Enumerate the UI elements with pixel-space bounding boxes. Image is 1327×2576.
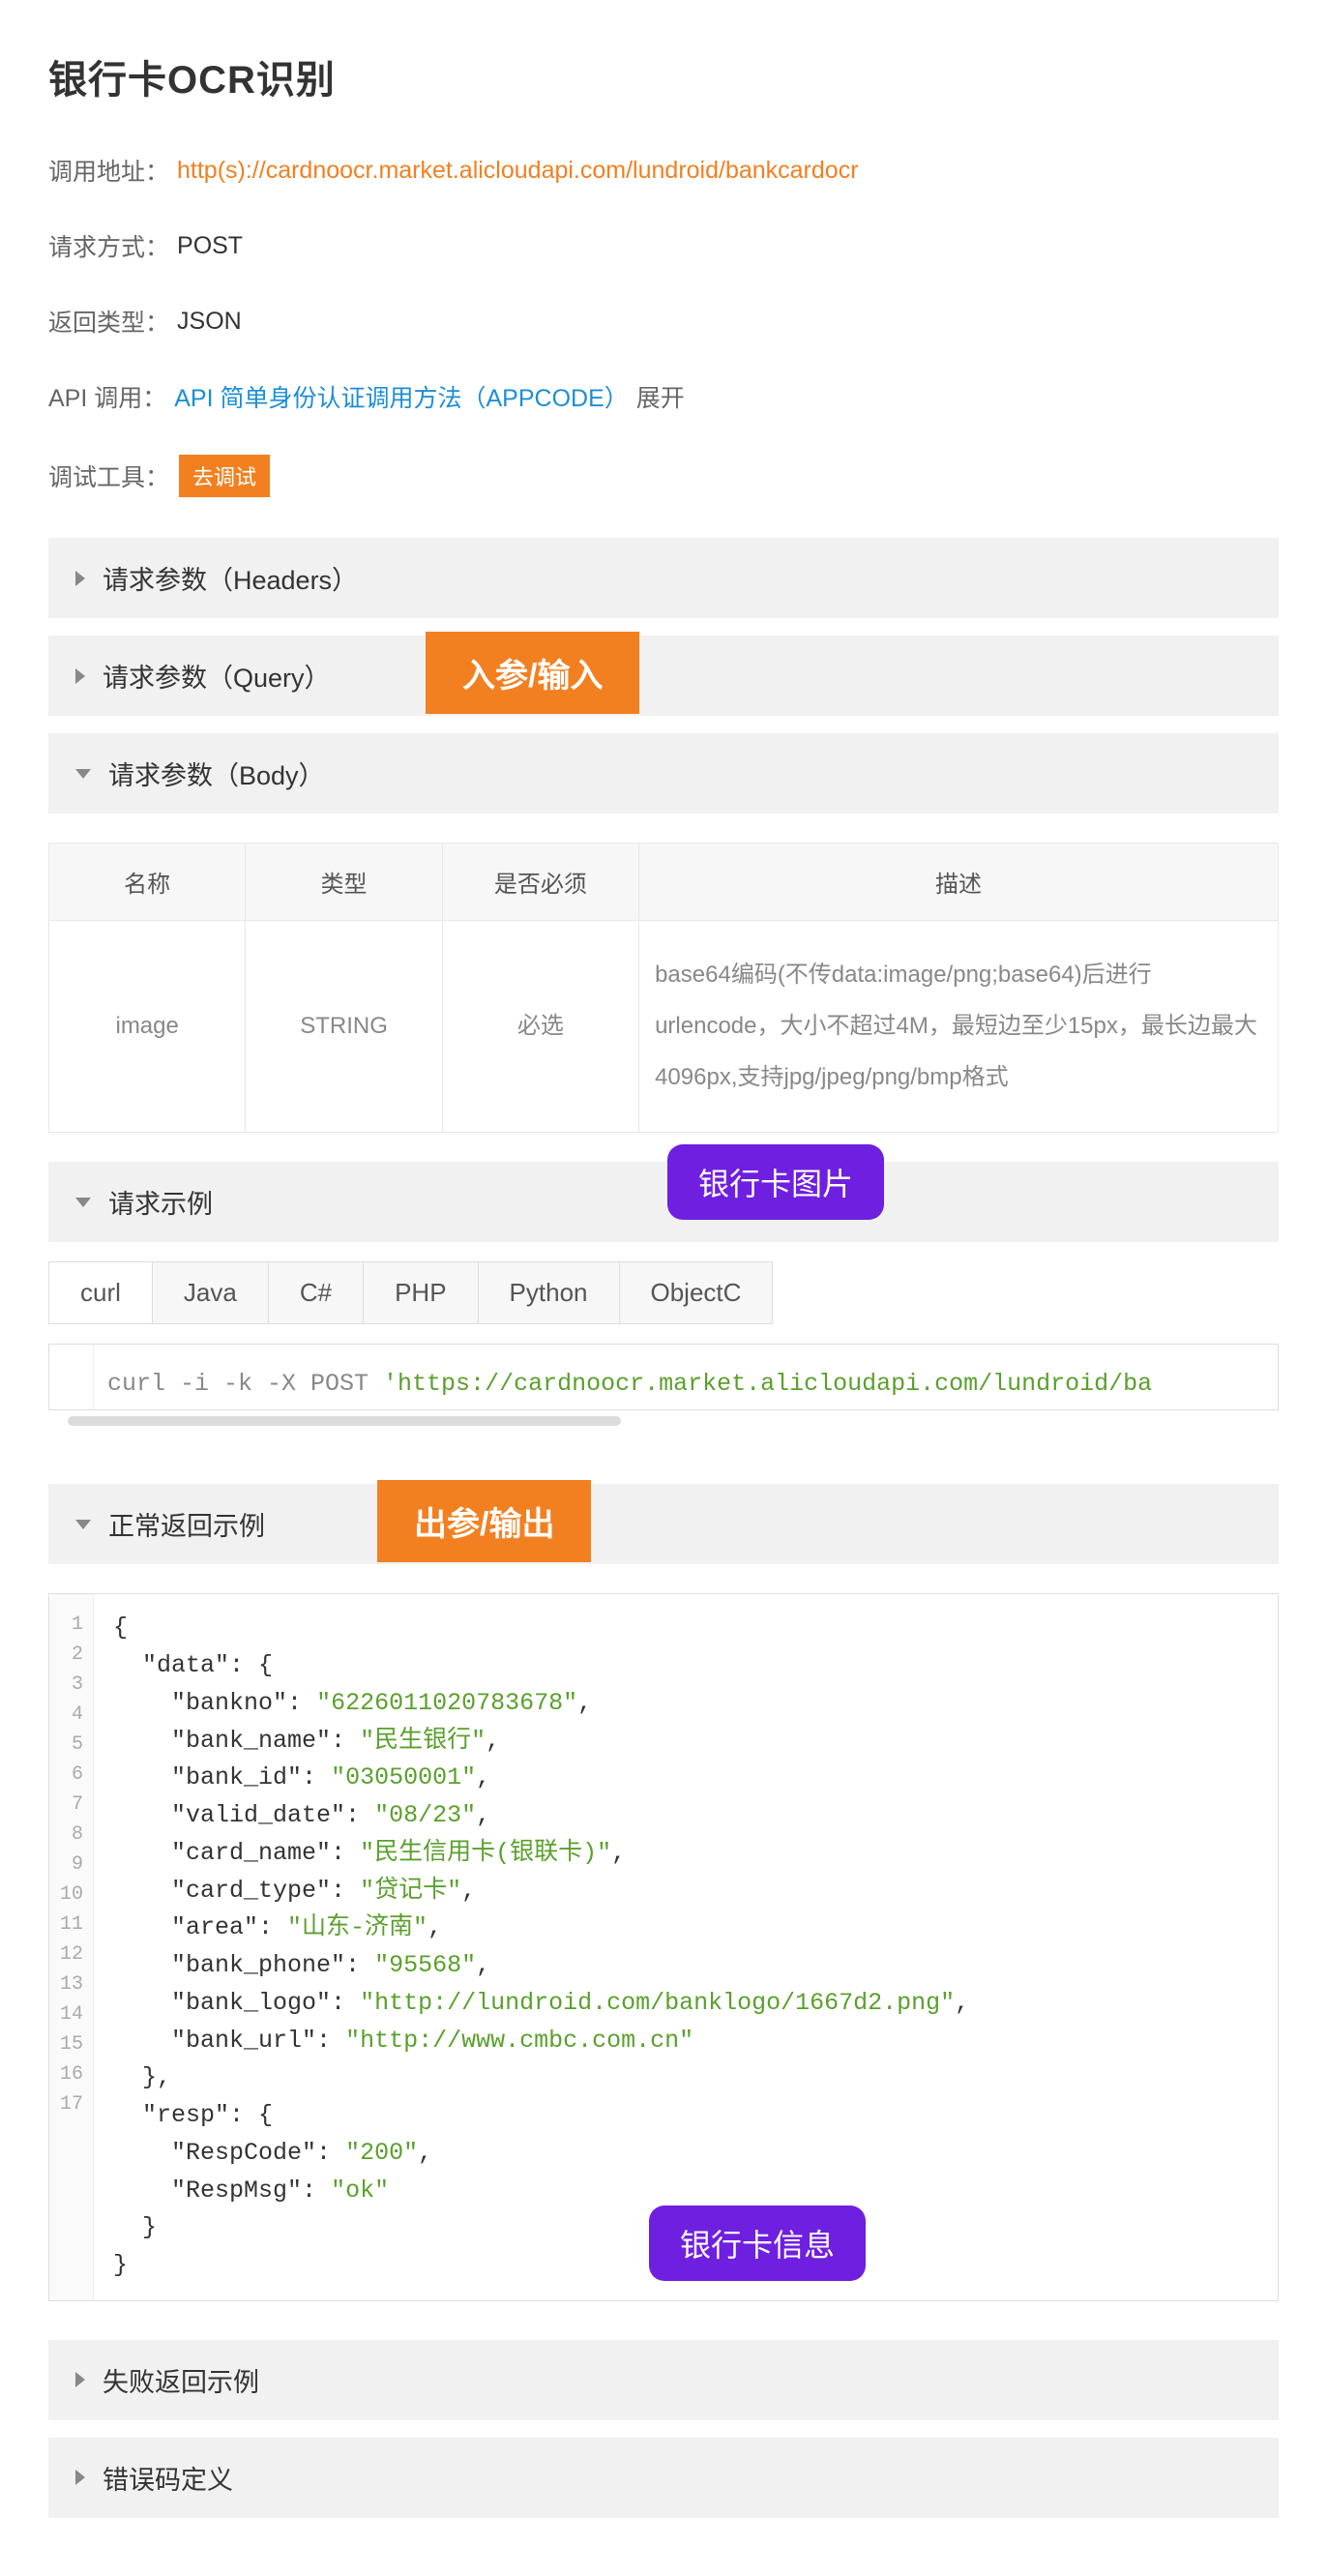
chevron-down-icon <box>75 1198 91 1207</box>
debug-button[interactable]: 去调试 <box>179 455 270 497</box>
accordion-reqex-label: 请求示例 <box>108 1183 213 1221</box>
params-table: 名称 类型 是否必须 描述 image STRING 必选 base64编码(不… <box>48 843 1279 1133</box>
accordion-fail-label: 失败返回示例 <box>103 2361 259 2399</box>
meta-api-label: API 调用： <box>48 379 166 414</box>
th-type: 类型 <box>246 844 442 921</box>
page-title: 银行卡OCR识别 <box>48 48 1279 104</box>
json-response-box: 1234567891011121314151617 { "data": { "b… <box>48 1593 1279 2301</box>
chevron-right-icon <box>75 668 85 684</box>
badge-input: 入参/输入 <box>426 632 639 714</box>
code-gutter <box>49 1345 94 1409</box>
accordion-error-label: 错误码定义 <box>103 2459 233 2497</box>
table-row: image STRING 必选 base64编码(不传data:image/pn… <box>49 921 1279 1133</box>
td-desc: base64编码(不传data:image/png;base64)后进行urle… <box>639 921 1279 1133</box>
th-required: 是否必须 <box>442 844 638 921</box>
accordion-body-label: 请求参数（Body） <box>108 755 325 792</box>
horizontal-scrollbar[interactable] <box>68 1416 621 1426</box>
meta-return-val: JSON <box>177 308 242 336</box>
lang-tabs: curl Java C# PHP Python ObjectC <box>48 1261 1279 1324</box>
badge-bank-info: 银行卡信息 <box>649 2206 866 2281</box>
meta-method-val: POST <box>177 232 243 260</box>
accordion-query[interactable]: 请求参数（Query） <box>48 636 1279 716</box>
accordion-headers[interactable]: 请求参数（Headers） <box>48 538 1279 618</box>
curl-prefix: curl -i -k -X POST <box>107 1370 383 1398</box>
tab-csharp[interactable]: C# <box>268 1261 364 1324</box>
tab-python[interactable]: Python <box>478 1261 620 1324</box>
chevron-down-icon <box>75 769 91 779</box>
td-required: 必选 <box>442 921 638 1133</box>
accordion-query-label: 请求参数（Query） <box>103 657 331 695</box>
meta-debug: 调试工具： 去调试 <box>48 455 1279 497</box>
accordion-headers-label: 请求参数（Headers） <box>103 559 358 597</box>
curl-url: 'https://cardnoocr.market.alicloudapi.co… <box>383 1370 1152 1398</box>
accordion-normal-response[interactable]: 正常返回示例 <box>48 1484 1279 1564</box>
td-name: image <box>49 921 246 1133</box>
chevron-right-icon <box>75 2372 85 2387</box>
badge-output: 出参/输出 <box>377 1480 591 1562</box>
meta-url-link[interactable]: http(s)://cardnoocr.market.alicloudapi.c… <box>177 157 859 185</box>
th-name: 名称 <box>49 844 246 921</box>
meta-api-call: API 调用： API 简单身份认证调用方法（APPCODE） 展开 <box>48 379 1279 414</box>
accordion-body[interactable]: 请求参数（Body） <box>48 733 1279 814</box>
meta-debug-label: 调试工具： <box>48 459 169 493</box>
meta-api-expand[interactable]: 展开 <box>636 379 685 414</box>
chevron-down-icon <box>75 1520 91 1529</box>
accordion-normal-label: 正常返回示例 <box>108 1505 265 1543</box>
meta-return-label: 返回类型： <box>48 304 169 339</box>
badge-bank-image: 银行卡图片 <box>667 1144 884 1220</box>
json-response-code: { "data": { "bankno": "6226011020783678"… <box>94 1594 1278 2300</box>
tab-objectc[interactable]: ObjectC <box>619 1261 774 1324</box>
curl-code: curl -i -k -X POST 'https://cardnoocr.ma… <box>48 1344 1279 1410</box>
meta-method-label: 请求方式： <box>48 228 169 263</box>
meta-api-link[interactable]: API 简单身份认证调用方法（APPCODE） <box>174 379 629 414</box>
accordion-fail-response[interactable]: 失败返回示例 <box>48 2340 1279 2420</box>
accordion-request-example[interactable]: 请求示例 <box>48 1162 1279 1242</box>
meta-return: 返回类型： JSON <box>48 304 1279 339</box>
tab-php[interactable]: PHP <box>363 1261 478 1324</box>
meta-method: 请求方式： POST <box>48 228 1279 263</box>
meta-url-label: 调用地址： <box>48 153 169 188</box>
meta-url: 调用地址： http(s)://cardnoocr.market.aliclou… <box>48 153 1279 188</box>
table-header-row: 名称 类型 是否必须 描述 <box>49 844 1279 921</box>
th-desc: 描述 <box>639 844 1279 921</box>
json-line-numbers: 1234567891011121314151617 <box>49 1594 94 2300</box>
chevron-right-icon <box>75 2470 85 2485</box>
tab-curl[interactable]: curl <box>48 1261 153 1324</box>
chevron-right-icon <box>75 571 85 586</box>
tab-java[interactable]: Java <box>152 1261 269 1324</box>
accordion-error-codes[interactable]: 错误码定义 <box>48 2438 1279 2518</box>
td-type: STRING <box>246 921 442 1133</box>
